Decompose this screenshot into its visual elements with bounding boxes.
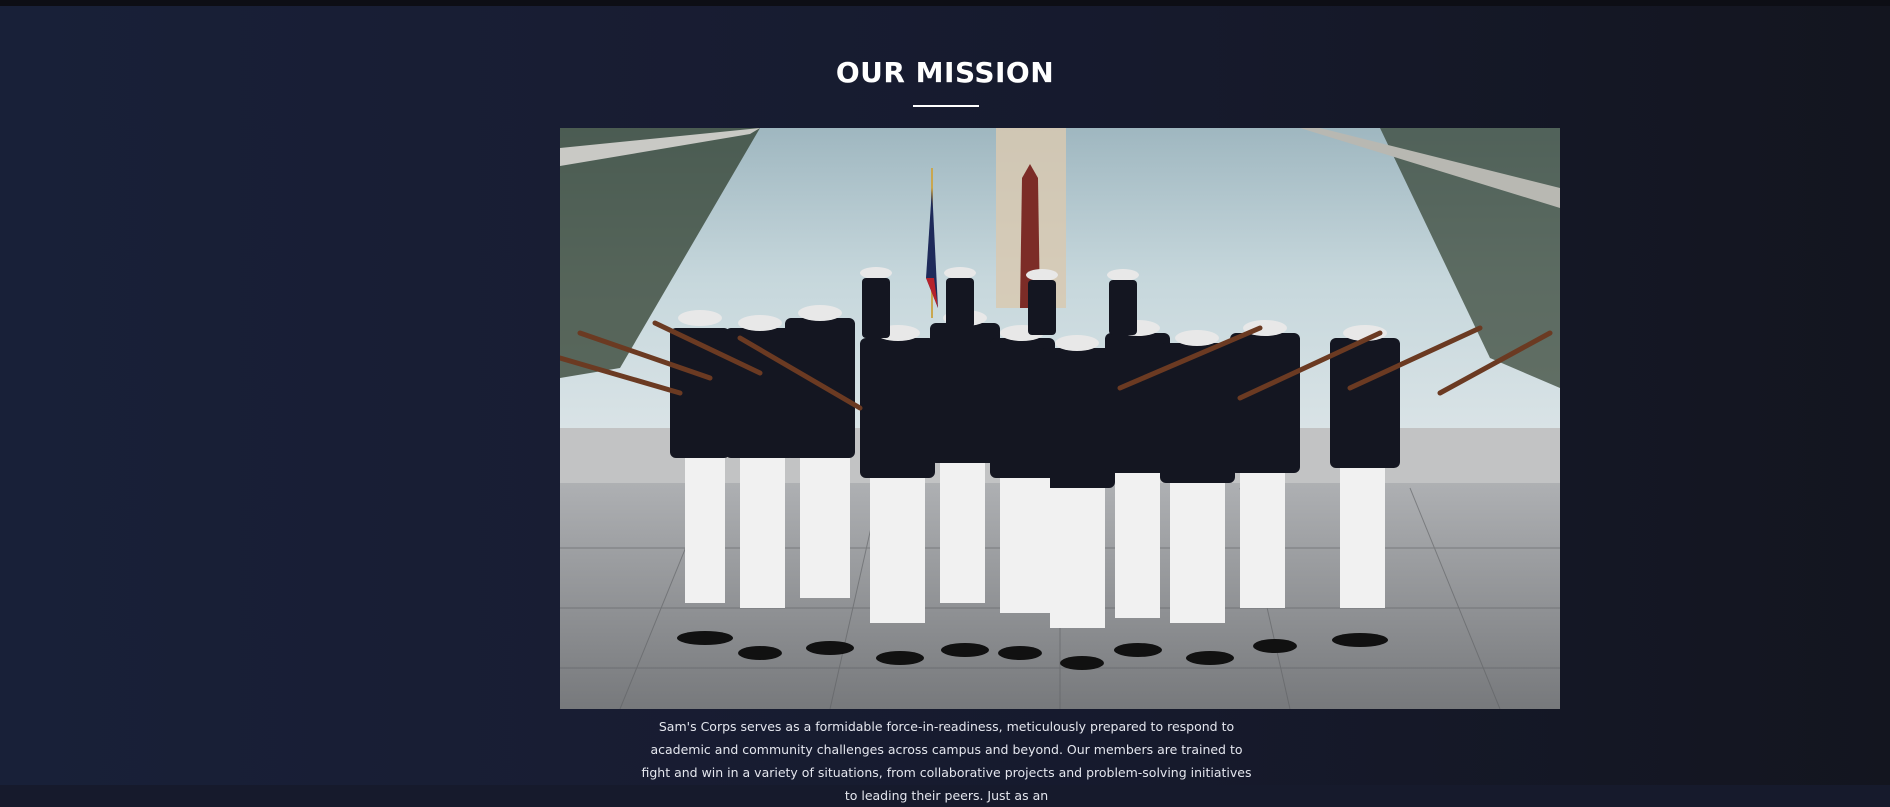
mission-paragraph: Sam's Corps serves as a formidable force…	[641, 719, 1252, 803]
title-underline	[913, 105, 979, 107]
mission-photo	[560, 128, 1560, 709]
section-title: OUR MISSION	[835, 56, 1055, 89]
